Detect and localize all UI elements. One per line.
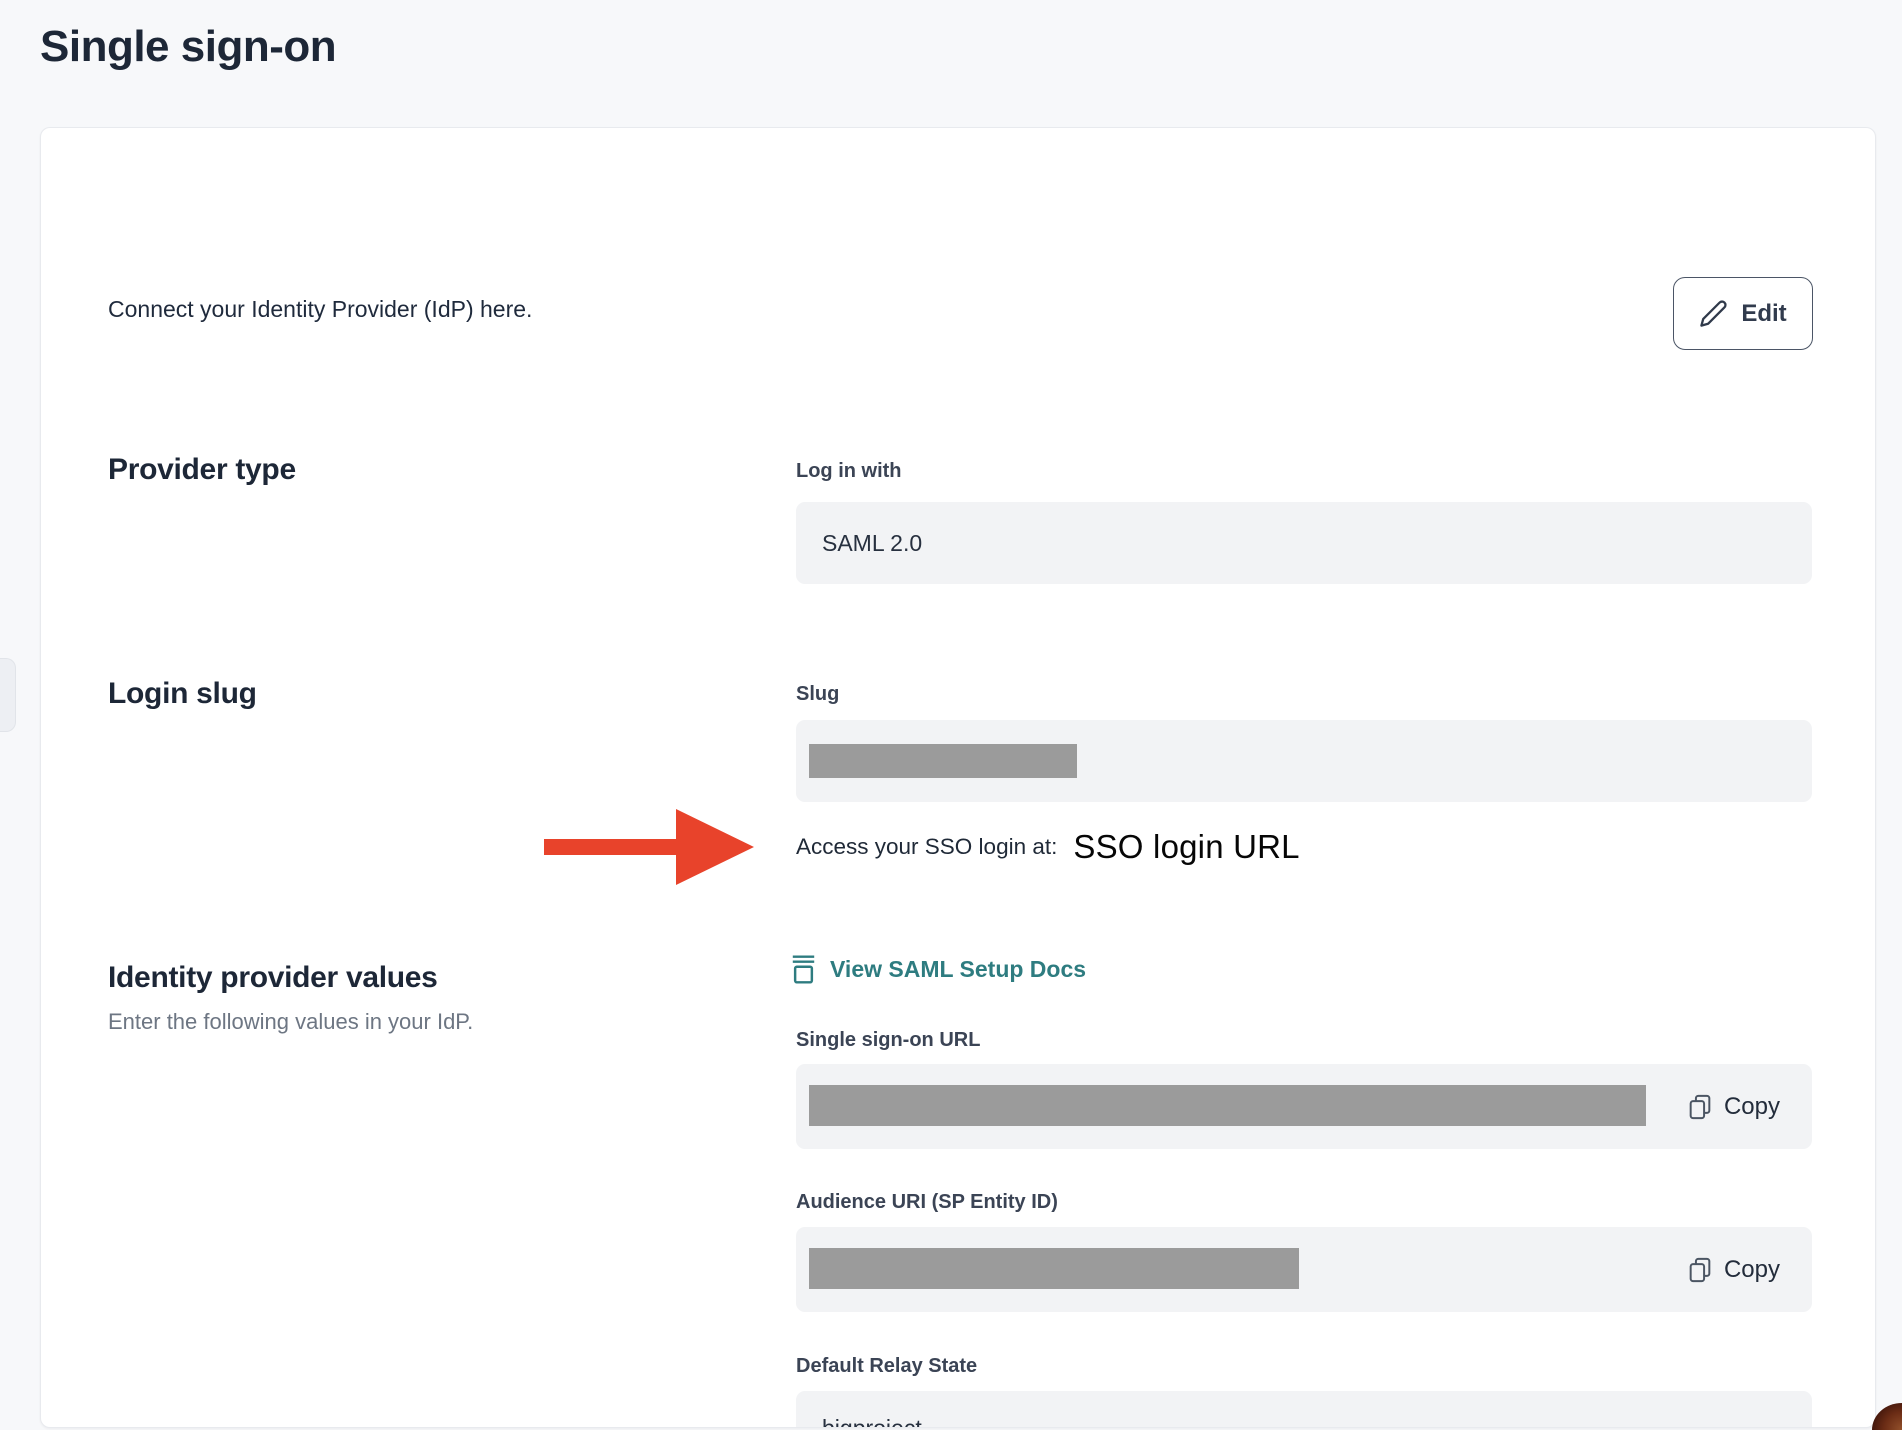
audience-uri-label: Audience URI (SP Entity ID) xyxy=(796,1191,1058,1214)
redacted-audience-uri-value xyxy=(809,1248,1299,1289)
page-title: Single sign-on xyxy=(40,22,336,72)
intro-text: Connect your Identity Provider (IdP) her… xyxy=(108,296,532,323)
copy-icon xyxy=(1686,1093,1714,1121)
copy-icon xyxy=(1686,1256,1714,1284)
idp-values-heading: Identity provider values xyxy=(108,961,438,995)
redacted-sso-url-value xyxy=(809,1085,1646,1126)
access-login-text: Access your SSO login at: xyxy=(796,834,1057,860)
login-with-label: Log in with xyxy=(796,460,902,483)
relay-state-field: bigproject Copy xyxy=(796,1391,1812,1428)
sso-url-label: Single sign-on URL xyxy=(796,1029,980,1052)
relay-state-value: bigproject xyxy=(796,1391,1812,1428)
provider-type-heading: Provider type xyxy=(108,453,296,487)
copy-sso-url-button[interactable]: Copy xyxy=(1686,1093,1780,1121)
sso-settings-card: Connect your Identity Provider (IdP) her… xyxy=(40,127,1876,1428)
edit-button[interactable]: Edit xyxy=(1673,277,1813,350)
redacted-slug-value xyxy=(809,744,1077,778)
pencil-icon xyxy=(1699,299,1728,328)
sso-url-field: Copy xyxy=(796,1064,1812,1149)
edit-button-label: Edit xyxy=(1741,300,1786,328)
copy-button-label: Copy xyxy=(1724,1256,1780,1284)
provider-type-field: SAML 2.0 xyxy=(796,502,1812,584)
relay-state-label: Default Relay State xyxy=(796,1355,977,1378)
audience-uri-field: Copy xyxy=(796,1227,1812,1312)
login-slug-heading: Login slug xyxy=(108,677,257,711)
access-login-row: Access your SSO login at: SSO login URL xyxy=(796,820,1300,874)
idp-values-subheading: Enter the following values in your IdP. xyxy=(108,1009,473,1035)
copy-audience-uri-button[interactable]: Copy xyxy=(1686,1256,1780,1284)
saml-docs-link-label: View SAML Setup Docs xyxy=(830,956,1086,983)
annotation-arrow-head xyxy=(676,809,754,885)
sso-login-url-annotation: SSO login URL xyxy=(1073,828,1299,866)
saml-docs-link[interactable]: View SAML Setup Docs xyxy=(792,953,1086,985)
provider-type-value: SAML 2.0 xyxy=(796,502,1812,584)
side-drawer-handle[interactable] xyxy=(0,658,16,732)
document-icon xyxy=(792,955,815,984)
copy-button-label: Copy xyxy=(1724,1093,1780,1121)
slug-field xyxy=(796,720,1812,802)
slug-label: Slug xyxy=(796,683,839,706)
sso-settings-page: { "page": { "title": "Single sign-on" },… xyxy=(0,0,1902,1430)
annotation-arrow-body xyxy=(544,839,678,855)
corner-artifact xyxy=(1872,1403,1902,1430)
